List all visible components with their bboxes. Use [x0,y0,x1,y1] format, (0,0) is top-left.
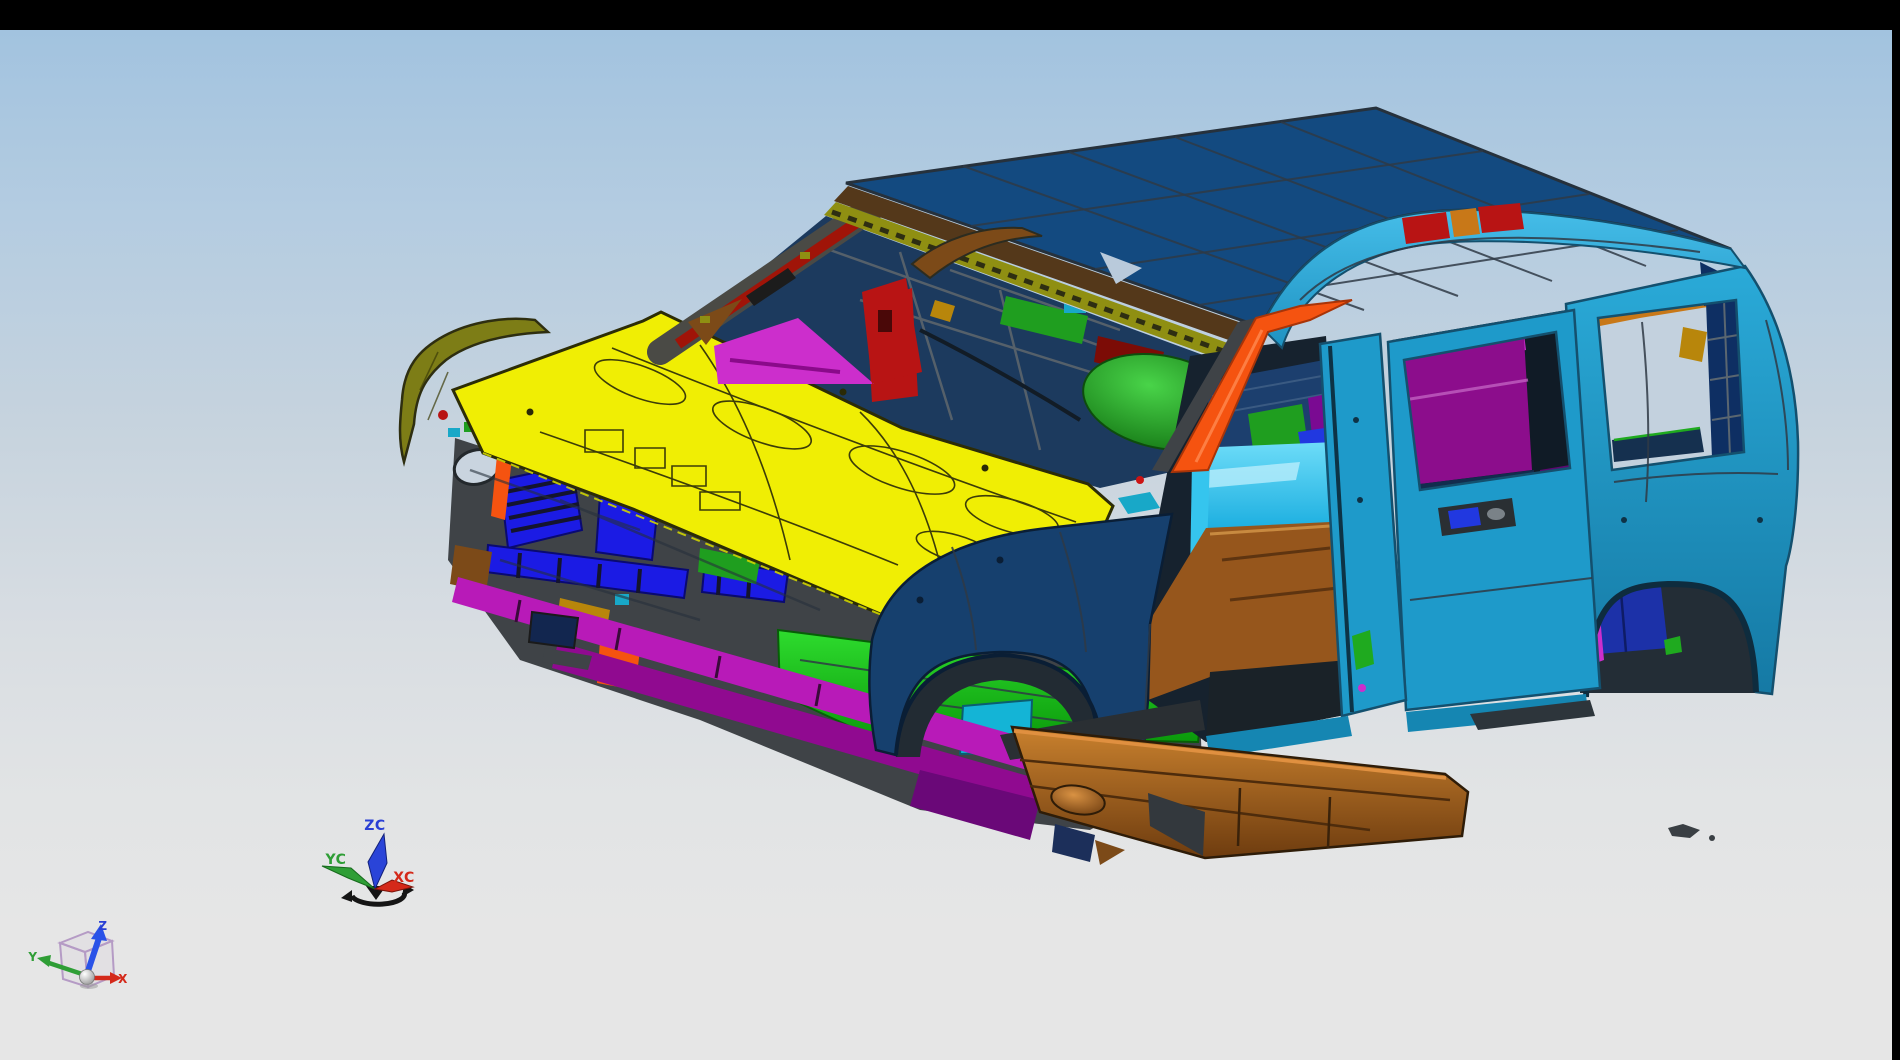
wcs-y-label: YC [325,852,347,868]
debris-marks [1668,824,1715,841]
window-right-bar [1892,0,1900,1060]
origin-sphere [80,970,95,985]
model-canvas[interactable]: ZC YC XC Z Y X [0,30,1892,1060]
wcs-x-label: XC [393,870,415,886]
car-body-model[interactable] [400,108,1798,865]
view-orientation-triad[interactable]: Z Y X [27,919,128,989]
wcs-z-label: ZC [364,818,385,834]
view-z-label: Z [98,919,107,933]
view-y-axis[interactable] [37,955,51,967]
wcs-y-axis[interactable] [322,866,375,889]
window-top-bar [0,0,1900,30]
3d-viewport[interactable]: ZC YC XC Z Y X [0,30,1892,1060]
wcs-z-axis[interactable] [368,834,387,889]
view-y-label: Y [27,950,37,964]
bumper-lower-navy[interactable] [529,612,578,648]
wcs-triad[interactable]: ZC YC XC [322,818,415,904]
view-x-label: X [118,972,128,986]
